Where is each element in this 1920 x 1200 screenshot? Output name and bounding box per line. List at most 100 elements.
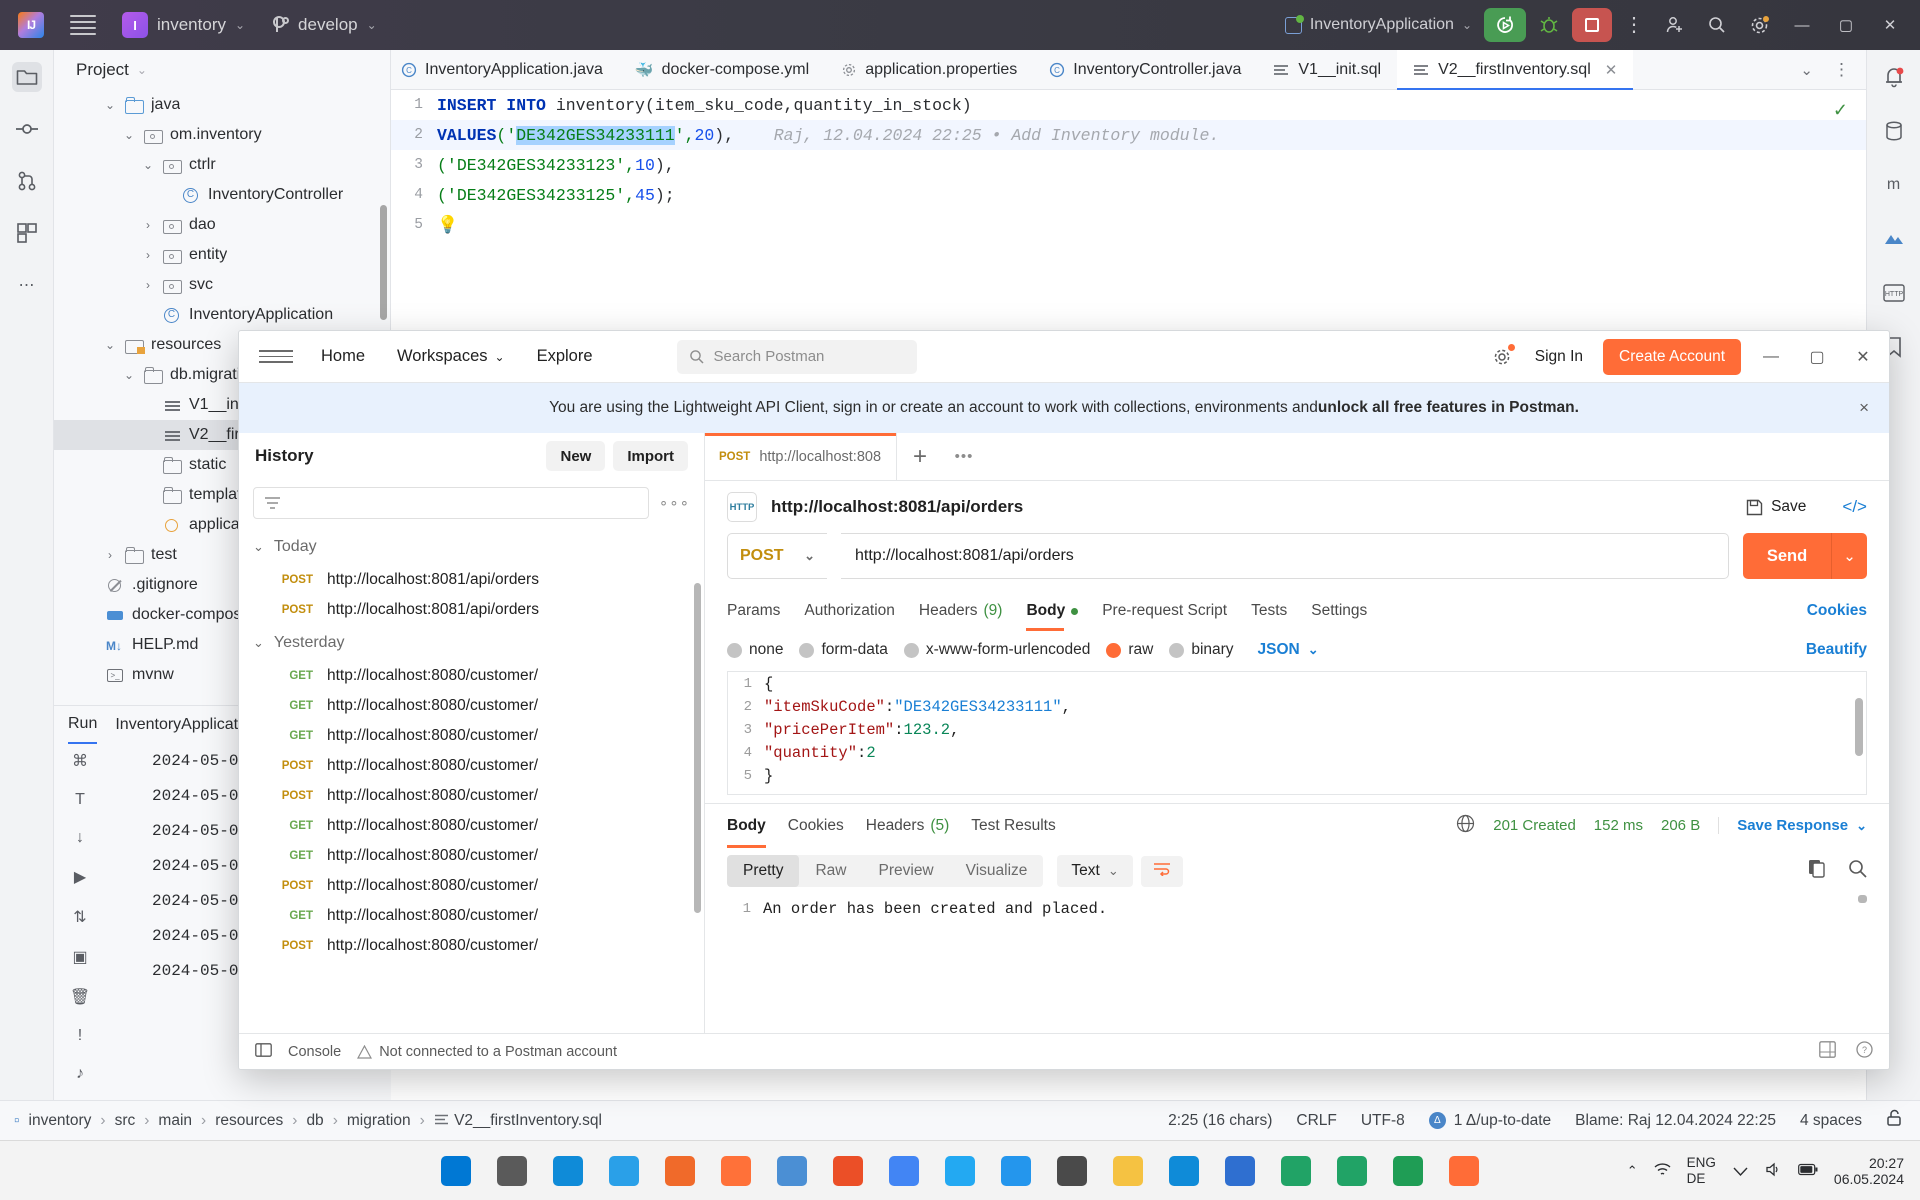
history-group[interactable]: ⌄Today: [239, 529, 704, 565]
history-item[interactable]: GEThttp://localhost:8080/customer/: [239, 691, 704, 721]
editor-tab-3[interactable]: CInventoryController.java: [1033, 50, 1257, 89]
tree-arrow-icon[interactable]: ⌄: [102, 338, 118, 352]
file-encoding[interactable]: UTF-8: [1361, 1112, 1405, 1130]
request-tab-params[interactable]: Params: [727, 591, 780, 631]
history-item[interactable]: POSThttp://localhost:8081/api/orders: [239, 595, 704, 625]
layout-icon[interactable]: [255, 1043, 272, 1061]
rerun-icon[interactable]: ▶: [74, 867, 86, 887]
notifications-icon[interactable]: [1879, 62, 1909, 92]
problems-icon[interactable]: !: [78, 1027, 82, 1045]
taskbar-icon-windows-start[interactable]: [441, 1156, 471, 1186]
response-view-modes[interactable]: PrettyRawPreviewVisualize: [727, 855, 1043, 887]
breadcrumb-item[interactable]: inventory: [29, 1112, 92, 1130]
read-only-lock-icon[interactable]: [1886, 1109, 1902, 1132]
tree-item[interactable]: ›dao: [54, 210, 390, 240]
search-icon[interactable]: [1698, 8, 1736, 42]
method-select[interactable]: POST ⌄: [727, 533, 827, 579]
taskbar-icon-explorer[interactable]: [1113, 1156, 1143, 1186]
taskbar-icon-brave[interactable]: [833, 1156, 863, 1186]
body-option-x-www-form-urlencoded[interactable]: x-www-form-urlencoded: [904, 641, 1091, 659]
taskbar-icon-excel[interactable]: [1281, 1156, 1311, 1186]
body-option-raw[interactable]: raw: [1106, 641, 1153, 659]
blame-status[interactable]: Blame: Raj 12.04.2024 22:25: [1575, 1112, 1776, 1130]
help-icon[interactable]: ?: [1856, 1041, 1873, 1063]
view-mode-preview[interactable]: Preview: [863, 855, 950, 887]
tree-arrow-icon[interactable]: ⌄: [140, 158, 156, 172]
text-format-icon[interactable]: T: [75, 791, 85, 809]
window-minimize-button[interactable]: —: [1782, 8, 1822, 42]
maven-icon[interactable]: m: [1879, 170, 1909, 200]
close-icon[interactable]: ✕: [1605, 61, 1618, 79]
project-tool-icon[interactable]: [12, 62, 42, 92]
body-option-form-data[interactable]: form-data: [799, 641, 887, 659]
breadcrumb-item[interactable]: V2__firstInventory.sql: [434, 1112, 602, 1130]
history-item[interactable]: POSThttp://localhost:8080/customer/: [239, 751, 704, 781]
response-tabs[interactable]: BodyCookiesHeaders(5)Test Results201 Cre…: [705, 803, 1889, 847]
caret-position[interactable]: 2:25 (16 chars): [1168, 1112, 1272, 1130]
request-config-tabs[interactable]: ParamsAuthorizationHeaders(9)BodyPre-req…: [705, 591, 1889, 631]
taskbar-icon-chat[interactable]: [777, 1156, 807, 1186]
create-account-button[interactable]: Create Account: [1603, 339, 1741, 375]
taskbar-icon-settings[interactable]: [1057, 1156, 1087, 1186]
history-group[interactable]: ⌄Yesterday: [239, 625, 704, 661]
clear-all-icon[interactable]: 🗑: [70, 987, 90, 1007]
tree-arrow-icon[interactable]: ›: [140, 218, 156, 232]
git-branch-selector[interactable]: develop ⌄: [273, 15, 377, 35]
tree-arrow-icon[interactable]: ›: [140, 248, 156, 262]
more-actions-icon[interactable]: ⋮: [1825, 60, 1858, 80]
sign-in-button[interactable]: Sign In: [1529, 348, 1589, 366]
copy-icon[interactable]: [1808, 859, 1826, 883]
taskbar-icon-chrome[interactable]: [889, 1156, 919, 1186]
editor-tab-1[interactable]: 🐳docker-compose.yml: [619, 50, 825, 89]
taskbar-icon-mail[interactable]: [1169, 1156, 1199, 1186]
run-configuration-selector[interactable]: InventoryApplication ⌄: [1285, 16, 1472, 34]
user-add-icon[interactable]: [1656, 8, 1694, 42]
tree-arrow-icon[interactable]: ⌄: [121, 368, 137, 382]
filter-input[interactable]: [253, 487, 649, 519]
editor-tab-5[interactable]: V2__firstInventory.sql✕: [1397, 50, 1633, 89]
history-item[interactable]: POSThttp://localhost:8081/api/orders: [239, 565, 704, 595]
nav-home[interactable]: Home: [305, 347, 381, 366]
battery-icon[interactable]: [1798, 1163, 1818, 1179]
editor-tab-bar[interactable]: CInventoryApplication.java🐳docker-compos…: [391, 50, 1866, 90]
pull-requests-tool-icon[interactable]: [12, 166, 42, 196]
history-item[interactable]: GEThttp://localhost:8080/customer/: [239, 901, 704, 931]
body-option-none[interactable]: none: [727, 641, 783, 659]
save-response-button[interactable]: Save Response ⌄: [1718, 817, 1867, 834]
breadcrumb-item[interactable]: main: [158, 1112, 192, 1130]
response-tab-body[interactable]: Body: [727, 804, 766, 848]
tree-item[interactable]: ⌄om.inventory: [54, 120, 390, 150]
intention-bulb-icon[interactable]: 💡: [437, 215, 458, 236]
nav-workspaces[interactable]: Workspaces⌄: [381, 347, 521, 366]
structure-tool-icon[interactable]: [12, 218, 42, 248]
search-icon[interactable]: [1848, 859, 1867, 883]
new-button[interactable]: New: [546, 441, 605, 471]
tree-item[interactable]: CInventoryApplication: [54, 300, 390, 330]
window-maximize-button[interactable]: ▢: [1826, 8, 1866, 42]
editor-tab-0[interactable]: CInventoryApplication.java: [385, 50, 619, 89]
history-item[interactable]: POSThttp://localhost:8080/customer/: [239, 871, 704, 901]
new-tab-button[interactable]: +: [897, 433, 943, 480]
editor-tab-2[interactable]: application.properties: [825, 50, 1033, 89]
request-tab-headers[interactable]: Headers(9): [919, 591, 1003, 631]
response-format-select[interactable]: Text ⌄: [1057, 855, 1132, 887]
wrap-lines-icon[interactable]: [1141, 856, 1183, 887]
tab-run[interactable]: Run: [68, 706, 97, 744]
stop-button[interactable]: [1572, 8, 1612, 42]
breadcrumb-item[interactable]: src: [115, 1112, 136, 1130]
beautify-button[interactable]: Beautify: [1806, 641, 1867, 659]
taskbar-icon-task-view[interactable]: [497, 1156, 527, 1186]
view-mode-raw[interactable]: Raw: [799, 855, 862, 887]
taskbar-icon-edge[interactable]: [553, 1156, 583, 1186]
taskbar-icons[interactable]: [441, 1156, 1479, 1186]
breadcrumb-item[interactable]: resources: [215, 1112, 283, 1130]
project-selector[interactable]: I inventory ⌄: [122, 12, 245, 38]
history-item[interactable]: POSThttp://localhost:8080/customer/: [239, 931, 704, 961]
response-body[interactable]: 1 An order has been created and placed.: [705, 887, 1889, 921]
response-tab-test-results[interactable]: Test Results: [971, 804, 1055, 848]
postman-maximize-button[interactable]: ▢: [1801, 347, 1833, 367]
body-editor-scrollbar[interactable]: [1855, 698, 1863, 756]
postman-minimize-button[interactable]: —: [1755, 348, 1787, 366]
services-icon[interactable]: ♪: [76, 1065, 84, 1083]
sound-icon[interactable]: [1765, 1162, 1782, 1180]
